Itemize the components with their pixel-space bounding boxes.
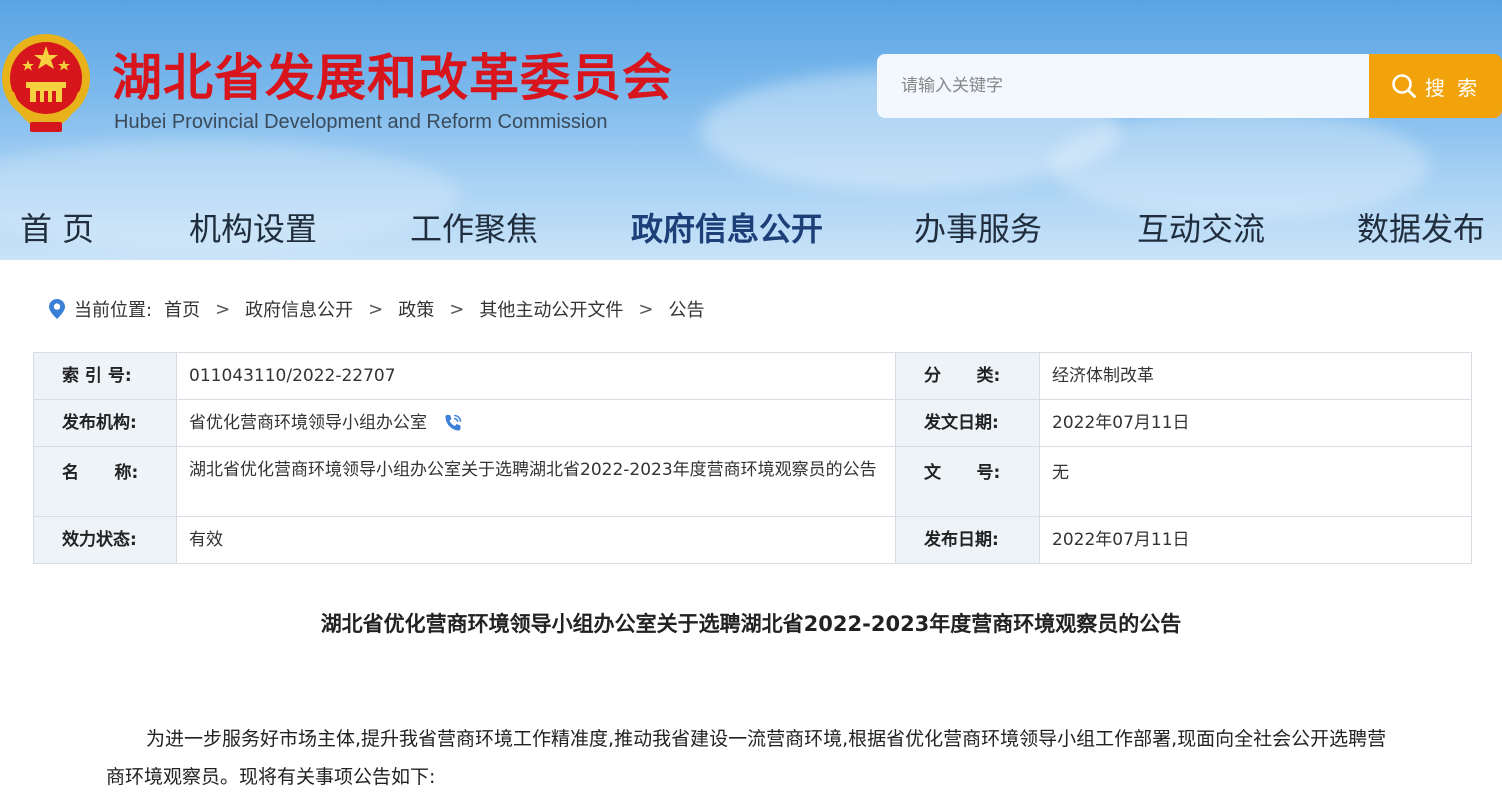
national-emblem-icon	[2, 34, 90, 132]
nav-item-organization[interactable]: 机构设置	[189, 204, 317, 250]
category-value: 经济体制改革	[1039, 352, 1472, 400]
doc-date-value: 2022年07月11日	[1039, 399, 1472, 447]
location-pin-icon	[49, 299, 65, 319]
breadcrumb-separator: >	[368, 298, 384, 320]
site-title: 湖北省发展和改革委员会	[112, 49, 673, 107]
site-header: 湖北省发展和改革委员会 Hubei Provincial Development…	[0, 0, 1502, 260]
breadcrumb-link-notice[interactable]: 公告	[668, 296, 704, 322]
name-label: 名 称:	[33, 446, 177, 517]
breadcrumb-separator: >	[638, 298, 654, 320]
document-info-table: 索 引 号: 011043110/2022-22707 分 类: 经济体制改革 …	[33, 352, 1472, 564]
table-row: 发布机构: 省优化营商环境领导小组办公室 发文日期: 2022年07月11日	[33, 399, 1472, 447]
status-value: 有效	[176, 516, 896, 564]
pub-date-value: 2022年07月11日	[1039, 516, 1472, 564]
breadcrumb-link-gov-info[interactable]: 政府信息公开	[245, 296, 353, 322]
nav-item-data-release[interactable]: 数据发布	[1357, 204, 1485, 250]
article-title: 湖北省优化营商环境领导小组办公室关于选聘湖北省2022-2023年度营商环境观察…	[320, 612, 1182, 636]
breadcrumb-link-home[interactable]: 首页	[164, 296, 200, 322]
pub-date-label: 发布日期:	[895, 516, 1040, 564]
table-row: 名 称: 湖北省优化营商环境领导小组办公室关于选聘湖北省2022-2023年度营…	[33, 446, 1472, 517]
nav-item-work-focus[interactable]: 工作聚焦	[410, 204, 538, 250]
publisher-cell: 省优化营商环境领导小组办公室	[176, 399, 896, 447]
nav-item-gov-info[interactable]: 政府信息公开	[631, 204, 823, 250]
breadcrumb-separator: >	[215, 298, 231, 320]
doc-number-value: 无	[1039, 446, 1472, 517]
search-button[interactable]: 搜 索	[1369, 54, 1502, 118]
site-subtitle: Hubei Provincial Development and Reform …	[114, 111, 608, 133]
name-value: 湖北省优化营商环境领导小组办公室关于选聘湖北省2022-2023年度营商环境观察…	[176, 446, 896, 517]
index-number-value: 011043110/2022-22707	[176, 352, 896, 400]
breadcrumb-link-policy[interactable]: 政策	[398, 296, 434, 322]
nav-item-services[interactable]: 办事服务	[914, 204, 1042, 250]
nav-item-interaction[interactable]: 互动交流	[1137, 204, 1265, 250]
breadcrumb-prefix: 当前位置:	[74, 300, 153, 321]
doc-number-label: 文 号:	[895, 446, 1040, 517]
publisher-label: 发布机构:	[33, 399, 177, 447]
status-label: 效力状态:	[33, 516, 177, 564]
search-input[interactable]	[877, 54, 1369, 118]
main-nav: 首 页 机构设置 工作聚焦 政府信息公开 办事服务 互动交流 数据发布	[0, 196, 1502, 256]
doc-date-label: 发文日期:	[895, 399, 1040, 447]
search-icon	[1392, 74, 1416, 98]
breadcrumb-separator: >	[449, 298, 465, 320]
breadcrumb: 当前位置: 首页 > 政府信息公开 > 政策 > 其他主动公开文件 > 公告	[48, 296, 704, 322]
table-row: 索 引 号: 011043110/2022-22707 分 类: 经济体制改革	[33, 352, 1472, 400]
search-button-label: 搜 索	[1424, 75, 1481, 100]
publisher-value: 省优化营商环境领导小组办公室	[189, 413, 427, 433]
breadcrumb-link-other-files[interactable]: 其他主动公开文件	[479, 296, 623, 322]
category-label: 分 类:	[895, 352, 1040, 400]
index-number-label: 索 引 号:	[33, 352, 177, 400]
table-row: 效力状态: 有效 发布日期: 2022年07月11日	[33, 516, 1472, 564]
article-paragraph: 为进一步服务好市场主体,提升我省营商环境工作精准度,推动我省建设一流营商环境,根…	[106, 728, 1387, 788]
phone-icon[interactable]	[442, 412, 464, 434]
nav-item-home[interactable]: 首 页	[20, 204, 94, 250]
